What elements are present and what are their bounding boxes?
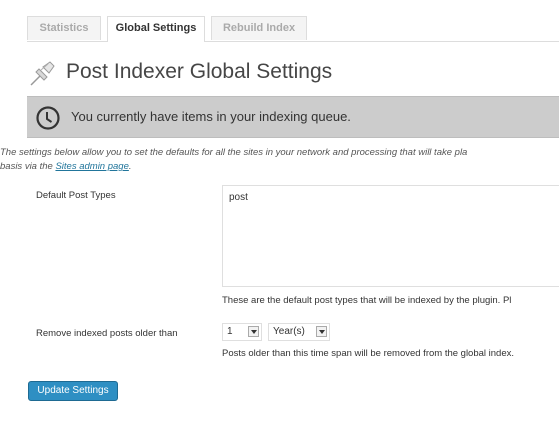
post-types-label: Default Post Types — [36, 190, 116, 201]
post-types-help: These are the default post types that wi… — [222, 295, 512, 306]
tab-bar: Statistics Global Settings Rebuild Index — [27, 16, 559, 42]
page-title: Post Indexer Global Settings — [66, 60, 333, 83]
timespan-number-select[interactable]: 1 — [222, 323, 262, 341]
clock-icon — [36, 106, 60, 130]
tab-rebuild-index[interactable]: Rebuild Index — [211, 16, 307, 40]
remove-older-label: Remove indexed posts older than — [36, 328, 178, 339]
tab-statistics[interactable]: Statistics — [27, 16, 101, 40]
sites-admin-link[interactable]: Sites admin page — [55, 161, 128, 172]
chevron-down-icon — [248, 326, 259, 337]
timespan-unit-value: Year(s) — [273, 326, 305, 337]
pushpin-icon — [30, 61, 55, 86]
description-period: . — [128, 161, 132, 172]
description-line-2: basis via the Sites admin page. — [0, 160, 559, 174]
queue-notice: You currently have items in your indexin… — [27, 96, 559, 138]
update-settings-button[interactable]: Update Settings — [28, 381, 118, 401]
notice-text: You currently have items in your indexin… — [71, 109, 351, 124]
description-line-1: The settings below allow you to set the … — [0, 147, 468, 158]
timespan-unit-select[interactable]: Year(s) — [268, 323, 330, 341]
description-text: basis via the — [0, 161, 56, 172]
remove-older-help: Posts older than this time span will be … — [222, 348, 515, 359]
post-types-textarea[interactable]: post — [222, 185, 559, 287]
tab-global-settings[interactable]: Global Settings — [107, 16, 205, 42]
timespan-number-value: 1 — [227, 326, 233, 337]
settings-description: The settings below allow you to set the … — [0, 146, 559, 174]
chevron-down-icon — [316, 326, 327, 337]
